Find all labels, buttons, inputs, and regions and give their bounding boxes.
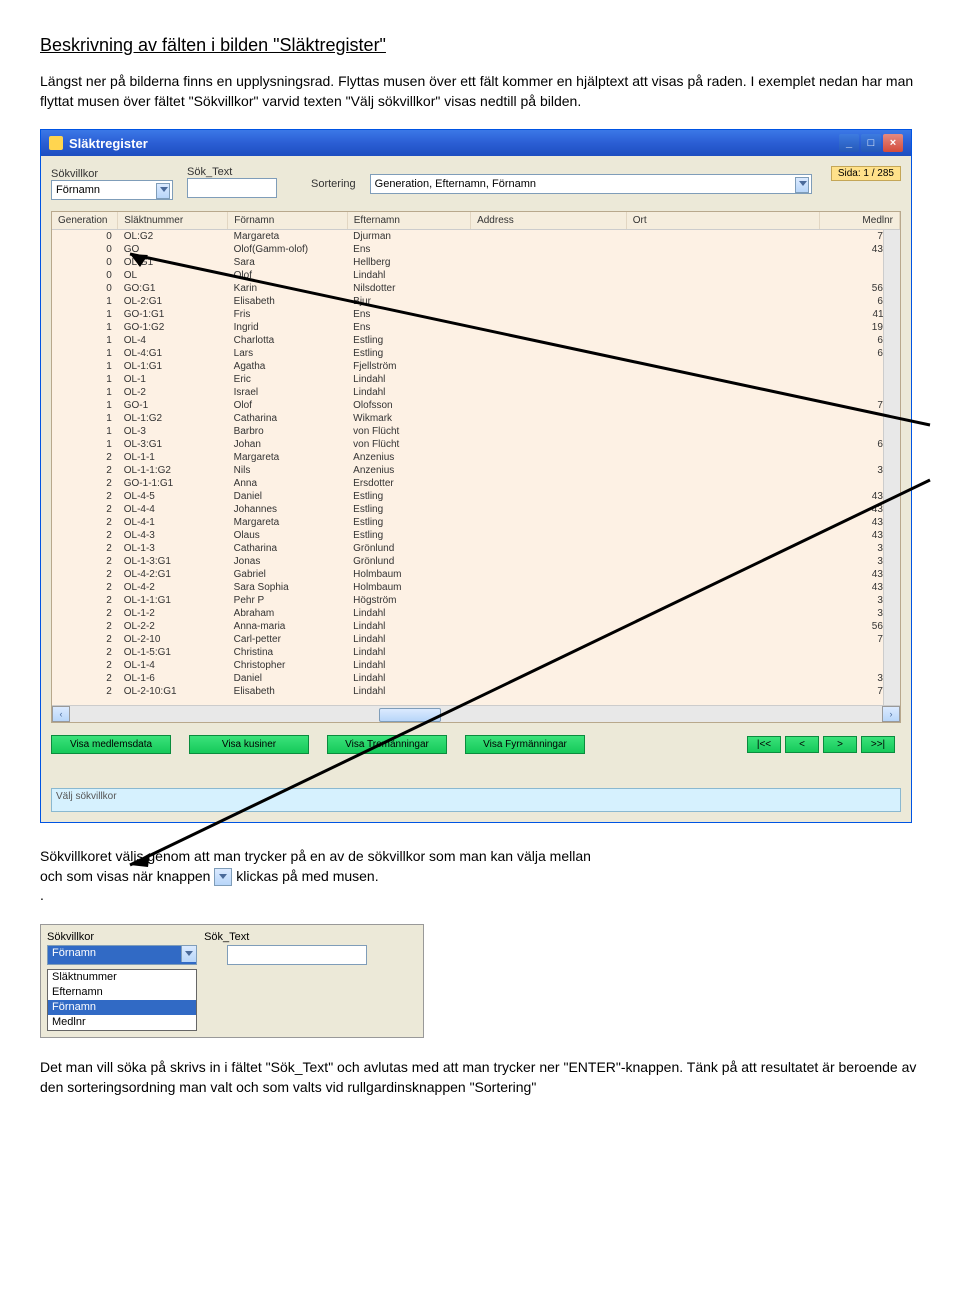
option-slaktnummer[interactable]: Släktnummer — [48, 970, 196, 985]
sokvillkor-label: Sökvillkor — [51, 168, 173, 180]
visa-tremanningar-button[interactable]: Visa Tremänningar — [327, 735, 447, 754]
snip-sokvillkor-combo[interactable]: Förnamn — [47, 945, 197, 965]
para2: Sökvillkoret väljs genom att man trycker… — [40, 847, 920, 906]
data-grid[interactable]: Generation Släktnummer Förnamn Efternamn… — [51, 211, 901, 723]
slaktsregister-window: Släktregister _ □ × Sökvillkor Förnamn S… — [40, 129, 912, 823]
table-row[interactable]: 2OL-4-1MargaretaEstling4327 — [52, 516, 900, 529]
scroll-left-icon[interactable]: ‹ — [52, 706, 70, 722]
table-row[interactable]: 2OL-2-2Anna-mariaLindahl5609 — [52, 620, 900, 633]
table-row[interactable]: 1GO-1OlofOlofsson752 — [52, 399, 900, 412]
snip-soktext-input[interactable] — [227, 945, 367, 965]
table-row[interactable]: 0GOOlof(Gamm-olof)Ens4376 — [52, 243, 900, 256]
table-row[interactable]: 2OL-1-1:G1Pehr PHögström361 — [52, 594, 900, 607]
table-row[interactable]: 1GO-1:G2IngridEns1948 — [52, 321, 900, 334]
table-row[interactable]: 1OL-4:G1LarsEstling667 — [52, 347, 900, 360]
table-row[interactable]: 2OL-4-2Sara SophiaHolmbaum4328 — [52, 581, 900, 594]
table-row[interactable]: 1OL-2:G1ElisabethBjur669 — [52, 295, 900, 308]
button-row: Visa medlemsdata Visa kusiner Visa Tremä… — [41, 729, 911, 770]
doc-title: Beskrivning av fälten i bilden "Släktreg… — [40, 35, 920, 56]
table-row[interactable]: 2OL-4-2:G1GabrielHolmbaum4371 — [52, 568, 900, 581]
col-generation[interactable]: Generation — [52, 212, 118, 229]
sokvillkor-value: Förnamn — [56, 184, 100, 196]
table-row[interactable]: 2OL-4-4JohannesEstling4330 — [52, 503, 900, 516]
scroll-thumb[interactable] — [379, 708, 441, 722]
status-strip: Välj sökvillkor — [51, 788, 901, 812]
dropdown-snippet: Sökvillkor Sök_Text Förnamn Släktnummer … — [40, 924, 424, 1038]
table-row[interactable]: 1GO-1:G1FrisEns4115 — [52, 308, 900, 321]
table-row[interactable]: 0OL:G2MargaretaDjurman753 — [52, 230, 900, 243]
minimize-button[interactable]: _ — [839, 134, 859, 152]
sortering-value: Generation, Efternamn, Förnamn — [375, 178, 536, 190]
vertical-scrollbar[interactable] — [883, 230, 900, 706]
close-button[interactable]: × — [883, 134, 903, 152]
snip-soktext-label: Sök_Text — [204, 931, 249, 943]
col-efternamn[interactable]: Efternamn — [348, 212, 471, 229]
table-row[interactable]: 1OL-1EricLindahl23 — [52, 373, 900, 386]
table-row[interactable]: 0OL:G1SaraHellberg26 — [52, 256, 900, 269]
grid-header-row: Generation Släktnummer Förnamn Efternamn… — [52, 212, 900, 230]
visa-fyrmanningar-button[interactable]: Visa Fyrmänningar — [465, 735, 585, 754]
window-title: Släktregister — [69, 136, 148, 151]
table-row[interactable]: 1OL-1:G2CatharinaWikmark24 — [52, 412, 900, 425]
table-row[interactable]: 2OL-1-5:G1ChristinaLindahl34 — [52, 646, 900, 659]
dropdown-options-list[interactable]: Släktnummer Efternamn Förnamn Medlnr — [47, 969, 197, 1031]
col-slaktnummer[interactable]: Släktnummer — [118, 212, 228, 229]
grid-body: 0OL:G2MargaretaDjurman7530GOOlof(Gamm-ol… — [52, 230, 900, 698]
option-medlnr[interactable]: Medlnr — [48, 1015, 196, 1030]
status-text: Välj sökvillkor — [51, 788, 901, 812]
dropdown-button-icon — [214, 868, 232, 886]
col-fornamn[interactable]: Förnamn — [228, 212, 348, 229]
table-row[interactable]: 2OL-2-10Carl-petterLindahl748 — [52, 633, 900, 646]
maximize-button[interactable]: □ — [861, 134, 881, 152]
table-row[interactable]: 2OL-1-3:G1JonasGrönlund365 — [52, 555, 900, 568]
table-row[interactable]: 2OL-1-1:G2NilsAnzenius362 — [52, 464, 900, 477]
horizontal-scrollbar[interactable]: ‹ › — [52, 705, 900, 722]
col-ort[interactable]: Ort — [627, 212, 821, 229]
scroll-right-icon[interactable]: › — [882, 706, 900, 722]
app-icon — [49, 136, 63, 150]
chevron-down-icon — [160, 187, 168, 192]
visa-medlemsdata-button[interactable]: Visa medlemsdata — [51, 735, 171, 754]
chevron-down-icon — [185, 951, 193, 956]
snip-sokvillkor-value: Förnamn — [52, 947, 96, 959]
table-row[interactable]: 1OL-4CharlottaEstling666 — [52, 334, 900, 347]
intro-paragraph: Längst ner på bilderna finns en upplysni… — [40, 72, 920, 111]
sokvillkor-combo[interactable]: Förnamn — [51, 180, 173, 200]
para3: Det man vill söka på skrivs in i fältet … — [40, 1058, 920, 1097]
nav-first-button[interactable]: |<< — [747, 736, 781, 753]
table-row[interactable]: 2OL-1-1MargaretaAnzenius32 — [52, 451, 900, 464]
table-row[interactable]: 2OL-4-3OlausEstling4329 — [52, 529, 900, 542]
window-titlebar: Släktregister _ □ × — [41, 130, 911, 156]
table-row[interactable]: 2GO-1-1:G1AnnaErsdotter28 — [52, 477, 900, 490]
nav-last-button[interactable]: >>| — [861, 736, 895, 753]
table-row[interactable]: 2OL-1-6DanielLindahl366 — [52, 672, 900, 685]
option-fornamn[interactable]: Förnamn — [48, 1000, 196, 1015]
table-row[interactable]: 0GO:G1KarinNilsdotter5607 — [52, 282, 900, 295]
table-row[interactable]: 2OL-1-4ChristopherLindahl21 — [52, 659, 900, 672]
table-row[interactable]: 2OL-4-5DanielEstling4361 — [52, 490, 900, 503]
table-row[interactable]: 2OL-1-2AbrahamLindahl363 — [52, 607, 900, 620]
nav-next-button[interactable]: > — [823, 736, 857, 753]
col-medlnr[interactable]: Medlnr — [820, 212, 900, 229]
chevron-down-icon — [799, 181, 807, 186]
soktext-label: Sök_Text — [187, 166, 277, 178]
snip-sokvillkor-label: Sökvillkor — [47, 931, 94, 943]
nav-prev-button[interactable]: < — [785, 736, 819, 753]
table-row[interactable]: 1OL-3:G1Johanvon Flücht668 — [52, 438, 900, 451]
table-row[interactable]: 2OL-2-10:G1ElisabethLindahl749 — [52, 685, 900, 698]
table-row[interactable]: 1OL-1:G1AgathaFjellström31 — [52, 360, 900, 373]
table-row[interactable]: 1OL-2IsraelLindahl29 — [52, 386, 900, 399]
sortering-label: Sortering — [311, 178, 356, 190]
page-indicator: Sida: 1 / 285 — [831, 166, 901, 181]
table-row[interactable]: 2OL-1-3CatharinaGrönlund364 — [52, 542, 900, 555]
sortering-combo[interactable]: Generation, Efternamn, Förnamn — [370, 174, 812, 194]
visa-kusiner-button[interactable]: Visa kusiner — [189, 735, 309, 754]
option-efternamn[interactable]: Efternamn — [48, 985, 196, 1000]
table-row[interactable]: 1OL-3Barbrovon Flücht30 — [52, 425, 900, 438]
table-row[interactable]: 0OLOlofLindahl25 — [52, 269, 900, 282]
col-address[interactable]: Address — [471, 212, 627, 229]
soktext-input[interactable] — [187, 178, 277, 198]
